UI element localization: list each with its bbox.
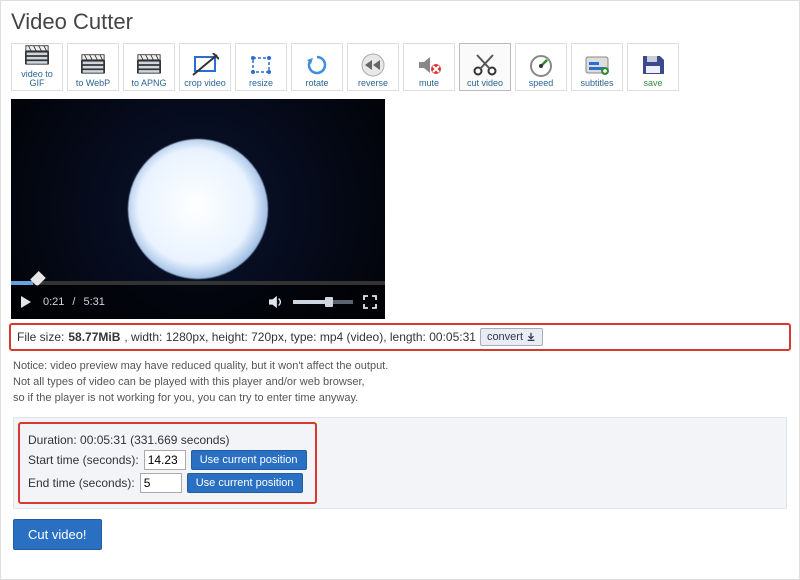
end-time-row: End time (seconds): Use current position bbox=[28, 473, 307, 493]
tool-label: reverse bbox=[358, 79, 388, 88]
tool-subtitles[interactable]: subtitles bbox=[571, 43, 623, 91]
tool-label: mute bbox=[419, 79, 439, 88]
fullscreen-button[interactable] bbox=[361, 293, 379, 311]
cut-video-button[interactable]: Cut video! bbox=[13, 519, 102, 550]
start-time-label: Start time (seconds): bbox=[28, 453, 139, 467]
video-frame-content bbox=[128, 139, 268, 279]
volume-slider[interactable] bbox=[293, 300, 353, 304]
convert-button[interactable]: convert bbox=[480, 328, 543, 346]
player-controls: 0:21 / 5:31 bbox=[11, 285, 385, 319]
subtitles-icon bbox=[583, 53, 611, 77]
volume-fill bbox=[293, 300, 329, 304]
duration-text: Duration: 00:05:31 (331.669 seconds) bbox=[28, 433, 229, 447]
tool-label: subtitles bbox=[580, 79, 613, 88]
page-title: Video Cutter bbox=[1, 1, 799, 41]
save-icon bbox=[639, 53, 667, 77]
current-time: 0:21 bbox=[43, 296, 64, 308]
film-icon bbox=[79, 53, 107, 77]
use-position-end-button[interactable]: Use current position bbox=[187, 473, 303, 493]
tool-save[interactable]: save bbox=[627, 43, 679, 91]
start-time-input[interactable] bbox=[144, 450, 186, 470]
resize-icon bbox=[247, 53, 275, 77]
tool-rotate[interactable]: rotate bbox=[291, 43, 343, 91]
end-time-input[interactable] bbox=[140, 473, 182, 493]
tool-label: speed bbox=[529, 79, 554, 88]
rewind-icon bbox=[359, 53, 387, 77]
volume-thumb[interactable] bbox=[325, 297, 333, 307]
end-time-label: End time (seconds): bbox=[28, 476, 135, 490]
tool-speed[interactable]: speed bbox=[515, 43, 567, 91]
film-icon bbox=[135, 53, 163, 77]
scissors-icon bbox=[471, 53, 499, 77]
download-icon bbox=[526, 332, 536, 342]
volume-icon[interactable] bbox=[267, 293, 285, 311]
tool-label: resize bbox=[249, 79, 273, 88]
file-info-panel: File size: 58.77MiB , width: 1280px, hei… bbox=[9, 323, 791, 351]
tool-video-to-gif[interactable]: video to GIF bbox=[11, 43, 63, 91]
toolbar: video to GIF to WebP to APNG crop video … bbox=[1, 41, 799, 97]
tool-label: rotate bbox=[305, 79, 328, 88]
notice-line: Notice: video preview may have reduced q… bbox=[13, 359, 787, 375]
tool-to-webp[interactable]: to WebP bbox=[67, 43, 119, 91]
notice-text: Notice: video preview may have reduced q… bbox=[13, 359, 787, 407]
mute-icon bbox=[415, 53, 443, 77]
tool-label: cut video bbox=[467, 79, 503, 88]
file-info-rest: , width: 1280px, height: 720px, type: mp… bbox=[124, 330, 476, 344]
trim-highlight: Duration: 00:05:31 (331.669 seconds) Sta… bbox=[18, 422, 317, 504]
tool-label: to WebP bbox=[76, 79, 110, 88]
tool-label: crop video bbox=[184, 79, 226, 88]
duration-row: Duration: 00:05:31 (331.669 seconds) bbox=[28, 433, 307, 447]
video-player[interactable]: 0:21 / 5:31 bbox=[11, 99, 385, 319]
tool-resize[interactable]: resize bbox=[235, 43, 287, 91]
total-time: 5:31 bbox=[83, 296, 104, 308]
crop-icon bbox=[191, 53, 219, 77]
tool-to-apng[interactable]: to APNG bbox=[123, 43, 175, 91]
tool-label: to APNG bbox=[131, 79, 166, 88]
tool-label: video to GIF bbox=[14, 70, 60, 88]
gauge-icon bbox=[527, 53, 555, 77]
tool-cut-video[interactable]: cut video bbox=[459, 43, 511, 91]
start-time-row: Start time (seconds): Use current positi… bbox=[28, 450, 307, 470]
play-button[interactable] bbox=[17, 293, 35, 311]
file-size-label: File size: bbox=[17, 330, 64, 344]
rotate-icon bbox=[303, 53, 331, 77]
tool-reverse[interactable]: reverse bbox=[347, 43, 399, 91]
notice-line: so if the player is not working for you,… bbox=[13, 391, 787, 407]
notice-line: Not all types of video can be played wit… bbox=[13, 375, 787, 391]
time-separator: / bbox=[72, 296, 75, 308]
tool-crop-video[interactable]: crop video bbox=[179, 43, 231, 91]
convert-label: convert bbox=[487, 331, 523, 343]
tool-label: save bbox=[643, 79, 662, 88]
file-size-value: 58.77MiB bbox=[68, 330, 120, 344]
film-icon bbox=[23, 44, 51, 68]
use-position-start-button[interactable]: Use current position bbox=[191, 450, 307, 470]
tool-mute[interactable]: mute bbox=[403, 43, 455, 91]
trim-panel: Duration: 00:05:31 (331.669 seconds) Sta… bbox=[13, 417, 787, 509]
